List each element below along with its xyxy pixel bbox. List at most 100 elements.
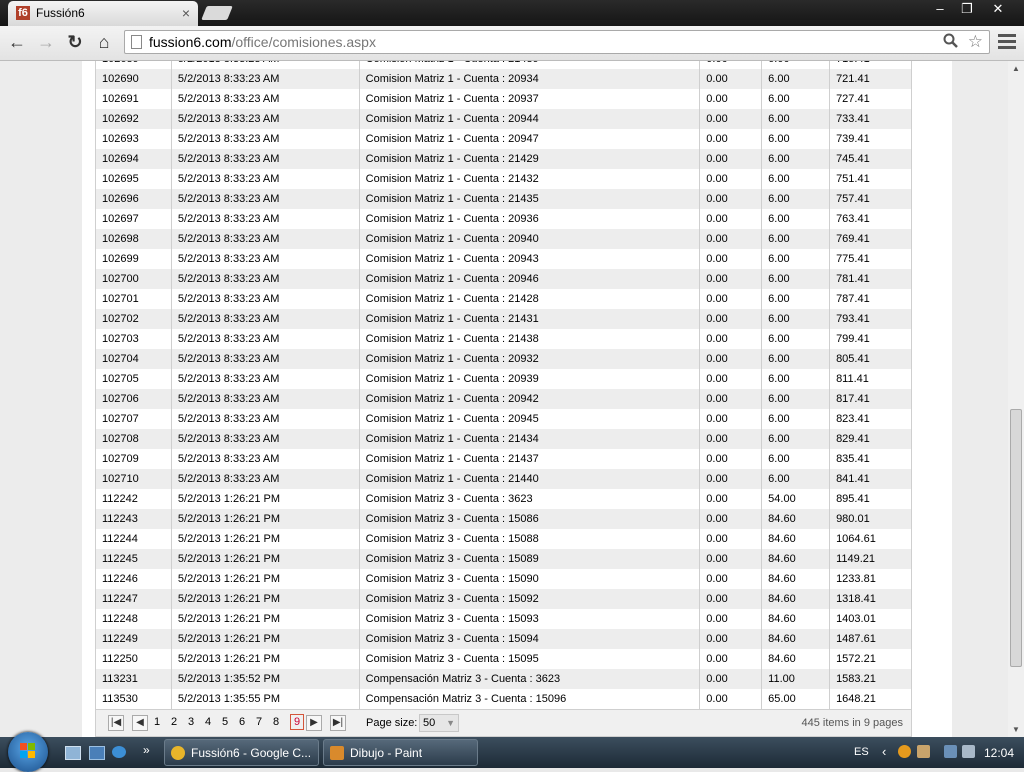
search-icon[interactable] — [943, 33, 959, 54]
cell-credit: 6.00 — [761, 209, 831, 229]
page-link-5[interactable]: 5 — [222, 716, 228, 728]
cell-credit: 65.00 — [761, 689, 831, 709]
page-link-1[interactable]: 1 — [154, 716, 160, 728]
vertical-scrollbar[interactable]: ▲ ▼ — [1008, 61, 1024, 737]
cell-credit: 84.60 — [761, 609, 831, 629]
cell-debit: 0.00 — [699, 369, 763, 389]
cell-debit: 0.00 — [699, 549, 763, 569]
minimize-button[interactable]: – — [926, 0, 954, 18]
cell-balance: 1572.21 — [829, 649, 912, 669]
first-page-button[interactable]: |◀ — [108, 715, 124, 731]
table-row: 102698 5/2/2013 8:33:23 AM Comision Matriz… — [95, 229, 912, 249]
page-link-9[interactable]: 9 — [290, 714, 305, 730]
cell-description: Comision Matriz 3 - Cuenta : 15094 — [358, 629, 701, 649]
cell-id: 112248 — [95, 609, 172, 629]
language-indicator[interactable]: ES — [854, 746, 869, 758]
back-button[interactable]: ← — [5, 30, 29, 54]
page-size-select[interactable]: 50 ▼ — [419, 714, 459, 732]
cell-balance: 829.41 — [829, 429, 912, 449]
last-page-button[interactable]: ▶| — [330, 715, 346, 731]
tab-close-icon[interactable]: × — [182, 5, 190, 21]
cell-debit: 0.00 — [699, 169, 763, 189]
new-tab-button[interactable] — [201, 6, 233, 20]
table-row: 102697 5/2/2013 8:33:23 AM Comision Matriz… — [95, 209, 912, 229]
cell-id: 102690 — [95, 69, 172, 89]
cell-id: 102710 — [95, 469, 172, 489]
show-hidden-icons[interactable]: ‹ — [882, 744, 886, 759]
page-link-2[interactable]: 2 — [171, 716, 177, 728]
cell-credit: 6.00 — [761, 61, 831, 69]
table-row: 112242 5/2/2013 1:26:21 PM Comision Matriz… — [95, 489, 912, 509]
home-button[interactable]: ⌂ — [92, 30, 116, 54]
cell-credit: 6.00 — [761, 289, 831, 309]
dropdown-arrow-icon: ▼ — [446, 718, 455, 728]
cell-credit: 6.00 — [761, 269, 831, 289]
prev-page-button[interactable]: ◀ — [132, 715, 148, 731]
cell-balance: 727.41 — [829, 89, 912, 109]
pager-summary: 445 items in 9 pages — [801, 717, 903, 729]
cell-id: 112246 — [95, 569, 172, 589]
cell-date: 5/2/2013 8:33:23 AM — [170, 449, 360, 469]
cell-debit: 0.00 — [699, 689, 763, 709]
cell-id: 113231 — [95, 669, 172, 689]
address-bar[interactable]: fussion6.com/office/comisiones.aspx ☆ — [124, 30, 990, 54]
network-icon[interactable] — [944, 745, 957, 758]
cell-debit: 0.00 — [699, 269, 763, 289]
cell-description: Comision Matriz 3 - Cuenta : 15095 — [358, 649, 701, 669]
cell-credit: 6.00 — [761, 129, 831, 149]
browser-titlebar: f6 Fussión6 × – ❐ ✕ — [0, 0, 1024, 26]
internet-explorer-icon[interactable] — [112, 746, 126, 758]
cell-date: 5/2/2013 1:26:21 PM — [170, 569, 360, 589]
cell-balance: 1149.21 — [829, 549, 912, 569]
cell-description: Comision Matriz 1 - Cuenta : 21438 — [358, 329, 701, 349]
table-row: 112247 5/2/2013 1:26:21 PM Comision Matriz… — [95, 589, 912, 609]
explorer-icon[interactable] — [89, 746, 105, 760]
next-page-button[interactable]: ▶ — [306, 715, 322, 731]
table-body: 1026895/2/2013 8:33:23 AMComision Matriz… — [95, 61, 912, 709]
taskbar-item-label: Dibujo - Paint — [350, 746, 423, 760]
cell-id: 102692 — [95, 109, 172, 129]
volume-icon[interactable] — [962, 745, 975, 758]
cell-credit: 84.60 — [761, 569, 831, 589]
cell-credit: 6.00 — [761, 89, 831, 109]
page-link-6[interactable]: 6 — [239, 716, 245, 728]
scroll-up-arrow-icon[interactable]: ▲ — [1012, 64, 1020, 73]
taskbar-item-paint[interactable]: Dibujo - Paint — [323, 739, 478, 766]
cell-date: 5/2/2013 8:33:23 AM — [170, 289, 360, 309]
cell-date: 5/2/2013 8:33:23 AM — [170, 369, 360, 389]
reload-button[interactable]: ↻ — [63, 30, 87, 54]
cell-date: 5/2/2013 8:33:23 AM — [170, 409, 360, 429]
cell-debit: 0.00 — [699, 329, 763, 349]
scrollbar-thumb[interactable] — [1010, 409, 1022, 667]
close-window-button[interactable]: ✕ — [984, 0, 1012, 18]
cell-id: 102695 — [95, 169, 172, 189]
bookmark-star-icon[interactable]: ☆ — [968, 32, 983, 52]
page-link-7[interactable]: 7 — [256, 716, 262, 728]
cell-date: 5/2/2013 1:26:21 PM — [170, 649, 360, 669]
scroll-down-arrow-icon[interactable]: ▼ — [1012, 725, 1020, 734]
quicklaunch-overflow-icon[interactable]: » — [143, 743, 150, 757]
clock[interactable]: 12:04 — [984, 746, 1014, 760]
browser-menu-icon[interactable] — [998, 34, 1016, 50]
cell-id: 102691 — [95, 89, 172, 109]
cell-date: 5/2/2013 8:33:23 AM — [170, 209, 360, 229]
cell-date: 5/2/2013 1:35:55 PM — [170, 689, 360, 709]
table-row: 102693 5/2/2013 8:33:23 AM Comision Matriz… — [95, 129, 912, 149]
table-row: 102709 5/2/2013 8:33:23 AM Comision Matriz… — [95, 449, 912, 469]
cell-description: Comision Matriz 1 - Cuenta : 20942 — [358, 389, 701, 409]
page-link-4[interactable]: 4 — [205, 716, 211, 728]
cell-id: 102704 — [95, 349, 172, 369]
cell-id: 102707 — [95, 409, 172, 429]
page-link-8[interactable]: 8 — [273, 716, 279, 728]
start-button[interactable] — [8, 732, 48, 772]
page-link-3[interactable]: 3 — [188, 716, 194, 728]
taskbar-item-chrome[interactable]: Fussión6 - Google C... — [164, 739, 319, 766]
browser-tab[interactable]: f6 Fussión6 × — [8, 1, 198, 26]
table-row: 102699 5/2/2013 8:33:23 AM Comision Matriz… — [95, 249, 912, 269]
tray-app-icon[interactable] — [917, 745, 930, 758]
table-row: 102706 5/2/2013 8:33:23 AM Comision Matriz… — [95, 389, 912, 409]
show-desktop-icon[interactable] — [65, 746, 81, 760]
forward-button[interactable]: → — [34, 30, 58, 54]
restore-button[interactable]: ❐ — [953, 0, 981, 18]
avast-icon[interactable] — [898, 745, 911, 758]
